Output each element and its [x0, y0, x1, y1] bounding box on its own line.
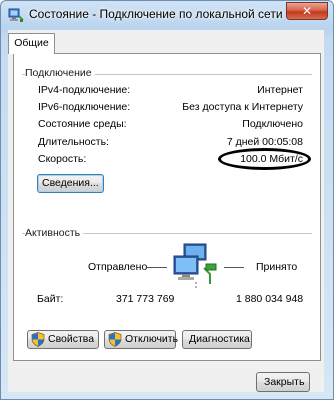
media-state-value: Подключено — [242, 118, 303, 130]
disable-button-label: Отключить — [125, 333, 179, 345]
details-button[interactable]: Сведения... — [37, 174, 104, 193]
speed-label: Скорость: — [38, 153, 87, 165]
ipv4-value: Интернет — [257, 84, 303, 96]
close-icon: ✕ — [301, 4, 313, 18]
ipv6-value: Без доступа к Интернету — [182, 101, 303, 113]
activity-group-label: Активность — [25, 227, 84, 239]
received-label: Принято — [256, 261, 298, 273]
bytes-sent-value: 371 773 769 — [116, 293, 175, 305]
properties-button-label: Свойства — [48, 333, 95, 345]
window-title: Состояние - Подключение по локальной сет… — [29, 7, 283, 21]
tab-general[interactable]: Общие — [8, 33, 55, 54]
close-button[interactable]: Закрыть — [256, 372, 310, 392]
connection-group-label: Подключение — [25, 67, 95, 79]
bytes-received-value: 1 880 034 948 — [236, 293, 304, 305]
speed-annotation-circle — [218, 148, 311, 170]
media-state-label: Состояние среды: — [38, 118, 127, 130]
received-dash — [224, 267, 244, 268]
diagnose-button-label: Диагностика — [189, 333, 250, 345]
tab-panel-general — [13, 53, 321, 361]
window-close-button[interactable]: ✕ — [286, 2, 328, 20]
tab-label: Общие — [14, 37, 49, 49]
ipv4-label: IPv4-подключение: — [38, 84, 131, 96]
network-computers-icon — [173, 243, 217, 290]
disable-button[interactable]: Отключить — [104, 330, 179, 349]
shield-icon — [108, 332, 122, 347]
diagnose-button[interactable]: Диагностика — [182, 330, 252, 349]
close-button-label: Закрыть — [264, 376, 305, 388]
title-bar[interactable]: Состояние - Подключение по локальной сет… — [1, 1, 333, 29]
shield-icon — [31, 332, 45, 347]
sent-label: Отправлено — [88, 261, 148, 273]
duration-label: Длительность: — [38, 136, 109, 148]
details-button-label: Сведения... — [42, 177, 99, 189]
duration-value: 7 дней 00:05:08 — [226, 136, 303, 148]
network-connection-icon — [8, 8, 24, 22]
bytes-label: Байт: — [37, 293, 64, 305]
properties-button[interactable]: Свойства — [27, 330, 99, 349]
ipv6-label: IPv6-подключение: — [38, 101, 131, 113]
sent-dash — [147, 267, 167, 268]
